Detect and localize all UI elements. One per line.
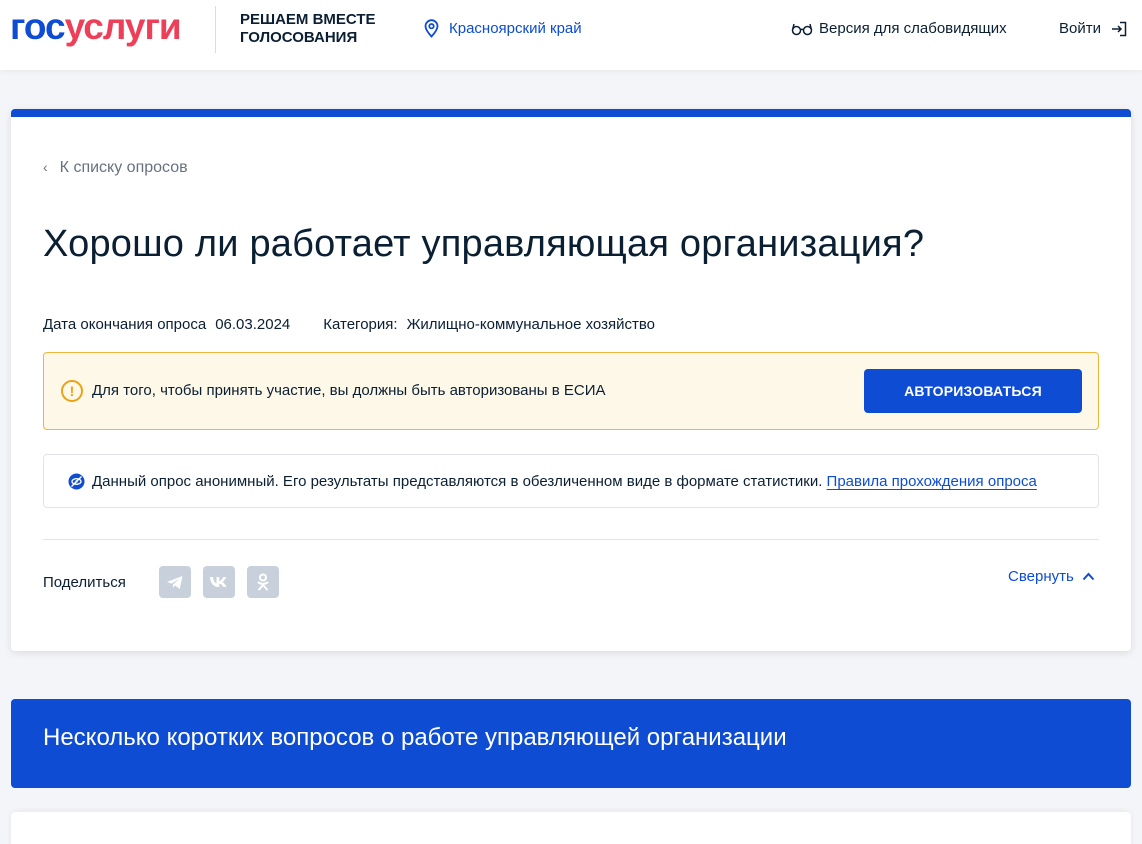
login-label: Войти [1059,20,1101,37]
share-odnoklassniki-button[interactable] [247,566,279,598]
poll-meta: Дата окончания опроса 06.03.2024 Категори… [43,316,655,333]
question-card [11,812,1131,844]
poll-card: ‹ К списку опросов Хорошо ли работает уп… [11,109,1131,651]
share-vk-button[interactable] [203,566,235,598]
odnoklassniki-icon [257,573,269,591]
chevron-up-icon [1082,572,1095,581]
region-selector[interactable]: Красноярский край [423,19,582,38]
chevron-left-icon: ‹ [43,159,48,175]
poll-title: Хорошо ли работает управляющая организац… [43,223,925,265]
back-to-polls-link[interactable]: ‹ К списку опросов [43,159,188,177]
section-banner: Несколько коротких вопросов о работе упр… [11,699,1131,788]
anonymous-notice: Данный опрос анонимный. Его результаты п… [43,454,1099,508]
divider [43,539,1099,540]
glasses-icon [791,23,813,35]
rules-link[interactable]: Правила прохождения опроса [827,473,1037,490]
telegram-icon [167,575,183,589]
exclamation-circle-icon: ! [61,380,83,402]
low-vision-button[interactable]: Версия для слабовидящих [791,20,1007,37]
authorize-button[interactable]: АВТОРИЗОВАТЬСЯ [864,369,1082,413]
region-label: Красноярский край [449,20,582,37]
back-link-label: К списку опросов [59,159,188,176]
site-header: госуслуги РЕШАЕМ ВМЕСТЕ ГОЛОСОВАНИЯ Крас… [0,0,1142,70]
gosuslugi-logo[interactable]: госуслуги [10,7,182,47]
low-vision-label: Версия для слабовидящих [819,20,1007,37]
category: Категория: Жилищно-коммунальное хозяйство [323,316,655,333]
login-button[interactable]: Войти [1059,20,1127,37]
project-title: РЕШАЕМ ВМЕСТЕ ГОЛОСОВАНИЯ [240,11,376,46]
vk-icon [210,577,227,587]
header-divider [215,6,216,53]
auth-notice-text: Для того, чтобы принять участие, вы долж… [92,382,606,399]
section-title: Несколько коротких вопросов о работе упр… [43,724,787,751]
eye-off-icon [68,473,85,490]
share-telegram-button[interactable] [159,566,191,598]
anonymous-notice-text: Данный опрос анонимный. Его результаты п… [92,473,823,490]
collapse-button[interactable]: Свернуть [1008,568,1095,585]
auth-notice: ! Для того, чтобы принять участие, вы до… [43,352,1099,430]
share-label: Поделиться [43,574,126,591]
share-buttons [159,566,279,598]
collapse-label: Свернуть [1008,568,1074,585]
login-arrow-icon [1111,21,1127,36]
end-date: Дата окончания опроса 06.03.2024 [43,316,291,333]
location-pin-icon [424,19,439,38]
